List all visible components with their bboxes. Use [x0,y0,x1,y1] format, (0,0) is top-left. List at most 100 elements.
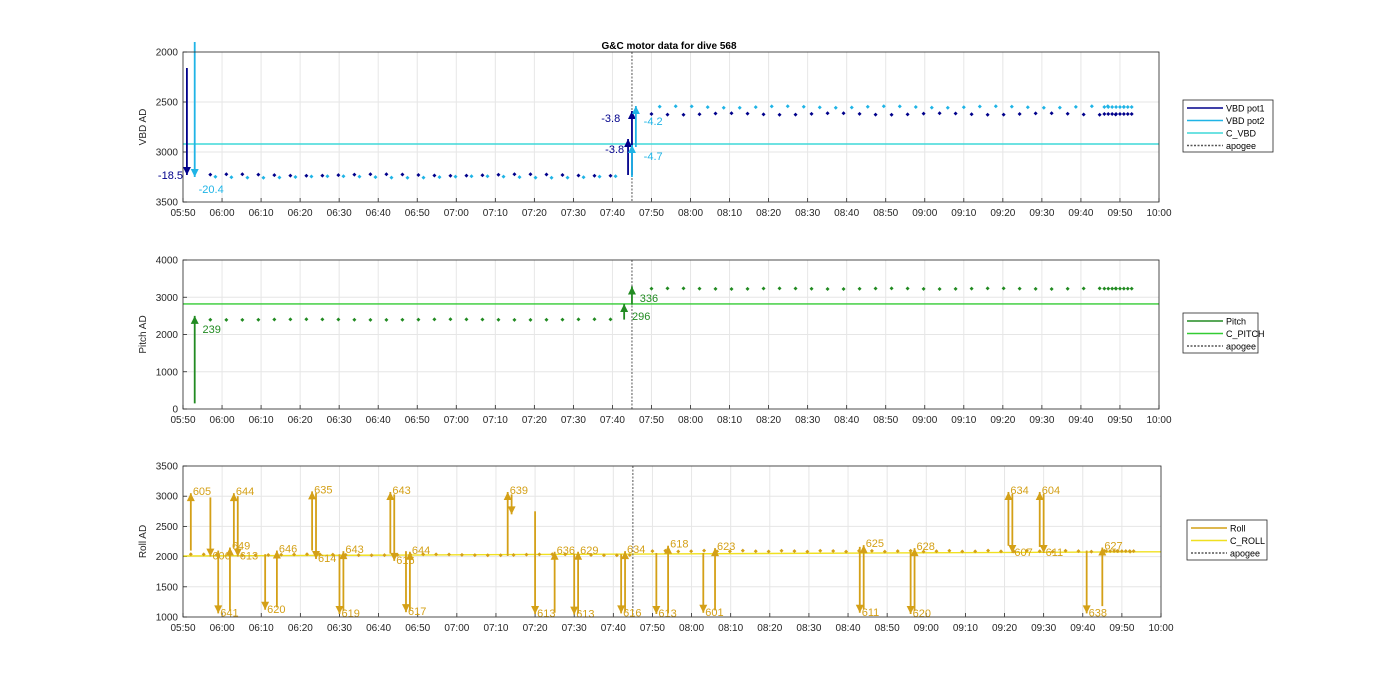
y-tick-label: 2500 [156,522,179,533]
x-tick-label: 06:20 [288,415,313,426]
x-tick-label: 07:40 [600,415,625,426]
legend: VBD pot1 VBD pot2 C_VBDapogee [1182,99,1274,153]
x-tick-label: 08:10 [717,415,742,426]
x-tick-label: 07:30 [561,415,586,426]
x-tick-label: 09:30 [1031,623,1056,634]
x-tick-label: 06:10 [249,415,274,426]
arrow-label: 618 [670,539,688,551]
arrow-label: 239 [203,324,221,336]
x-tick-label: 07:00 [444,623,469,634]
arrow-label: -20.4 [199,184,224,196]
arrow-label: 614 [318,553,336,565]
x-tick-label: 06:40 [366,623,391,634]
legend-label: Pitch [1226,317,1246,327]
x-tick-label: 06:10 [249,208,274,219]
y-tick-label: 1000 [156,613,179,624]
x-tick-label: 05:50 [170,415,195,426]
x-tick-label: 06:40 [366,208,391,219]
y-axis-label: Pitch AD [138,315,149,353]
x-tick-label: 09:20 [992,623,1017,634]
legend-label: Roll [1230,524,1246,534]
x-tick-label: 08:50 [873,415,898,426]
panel-vbd: 05:50 06:00 06:10 06:20 06:30 06:40 06:50 07:00… [138,42,1274,219]
x-tick-label: 06:00 [210,623,235,634]
y-axis-label: VBD AD [138,109,149,146]
x-tick-label: 10:00 [1148,623,1173,634]
x-tick-label: 08:30 [795,415,820,426]
y-tick-label: 1000 [156,367,179,378]
x-tick-label: 06:40 [366,415,391,426]
x-tick-label: 07:50 [640,623,665,634]
x-tick-label: 09:20 [990,415,1015,426]
arrow-label: 613 [240,551,258,563]
x-tick-label: 07:10 [483,208,508,219]
arrow-label: 636 [557,545,575,557]
x-tick-label: 08:40 [834,208,859,219]
x-tick-label: 05:50 [170,623,195,634]
x-tick-label: 10:00 [1146,208,1171,219]
x-tick-label: 09:10 [951,415,976,426]
x-tick-label: 08:20 [757,623,782,634]
x-tick-label: 08:20 [756,208,781,219]
arrow-label: 611 [1046,547,1064,559]
arrow-label: 623 [717,541,735,553]
arrow-label: -3.8 [601,113,620,125]
x-tick-label: 08:10 [718,623,743,634]
arrow-label: -3.8 [605,144,624,156]
x-tick-label: 09:00 [914,623,939,634]
x-tick-label: 06:00 [210,415,235,426]
y-tick-label: 3500 [156,462,179,473]
x-tick-label: 07:30 [561,208,586,219]
x-tick-label: 06:20 [288,623,313,634]
x-tick-label: 09:40 [1070,623,1095,634]
x-tick-label: 09:30 [1029,208,1054,219]
x-tick-label: 09:40 [1068,208,1093,219]
x-tick-label: 09:00 [912,208,937,219]
x-tick-label: 09:50 [1109,623,1134,634]
x-tick-label: 05:50 [170,208,195,219]
arrow-label: 629 [580,545,598,557]
arrow-label: 625 [866,538,884,550]
legend-label: apogee [1230,549,1260,559]
plot-area [183,52,1159,202]
legend-label: apogee [1226,141,1256,151]
legend-label: apogee [1226,342,1256,352]
x-tick-label: 09:10 [951,208,976,219]
x-tick-label: 07:40 [601,623,626,634]
x-tick-label: 07:00 [444,208,469,219]
x-tick-label: 08:20 [756,415,781,426]
x-tick-label: 09:10 [953,623,978,634]
x-tick-label: 08:00 [679,623,704,634]
legend-label: VBD pot1 [1226,104,1265,114]
x-tick-label: 09:00 [912,415,937,426]
y-tick-label: 3000 [156,293,179,304]
arrow-label: -18.5 [158,170,183,182]
x-tick-label: 10:00 [1146,415,1171,426]
x-tick-label: 07:00 [444,415,469,426]
arrow-label: 336 [640,293,658,305]
arrow-label: 638 [1089,607,1107,619]
y-tick-label: 0 [172,405,178,416]
x-tick-label: 06:00 [210,208,235,219]
x-tick-label: 07:20 [522,208,547,219]
x-tick-label: 06:50 [405,208,430,219]
arrow-label: 613 [537,608,555,620]
x-tick-label: 07:10 [483,623,508,634]
x-tick-label: 06:30 [327,208,352,219]
arrow-label: -4.2 [644,116,663,128]
x-tick-label: 07:20 [523,623,548,634]
x-tick-label: 08:50 [873,208,898,219]
legend: Pitch C_PITCHapogee [1182,312,1265,354]
legend-label: C_ROLL [1230,536,1265,546]
x-tick-label: 06:20 [288,208,313,219]
arrow-label: 628 [917,541,935,553]
x-tick-label: 09:40 [1068,415,1093,426]
x-tick-label: 09:30 [1029,415,1054,426]
y-tick-label: 1500 [156,582,179,593]
arrow-label: 644 [412,545,430,557]
arrow-label: 605 [193,486,211,498]
y-axis-label: Roll AD [138,525,149,558]
x-tick-label: 08:30 [795,208,820,219]
x-tick-label: 08:40 [836,623,861,634]
y-tick-label: 3000 [156,492,179,503]
